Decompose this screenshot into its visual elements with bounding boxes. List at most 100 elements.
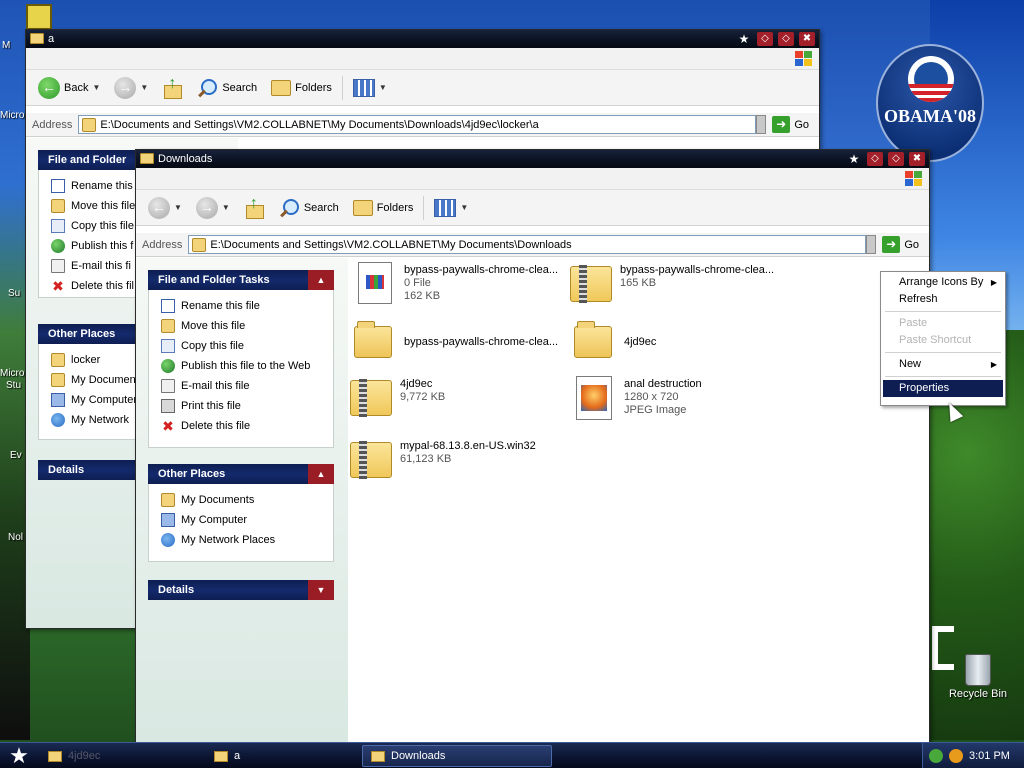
search-button[interactable]: Search [192,74,261,102]
place-label: My Network [71,414,130,426]
maximize-button[interactable]: ◇ [778,32,794,46]
folder-icon [371,750,385,762]
task-email[interactable]: E-mail this file [161,376,333,396]
menu-item-refresh[interactable]: Refresh [883,291,1003,308]
up-button[interactable] [158,74,186,102]
taskbar-item-4jd9ec[interactable]: 4jd9ec [40,745,130,767]
desktop-icon-label[interactable]: Micro [0,110,24,121]
place-my-computer[interactable]: My Computer [161,510,333,530]
task-label: Move this file [181,320,246,332]
file-item[interactable]: mypal-68.13.8.en-US.win32 61,123 KB [350,438,560,482]
file-name: 4jd9ec [624,336,657,348]
folder-icon [214,750,228,762]
chevron-down-icon: ▼ [174,203,182,212]
file-detail: JPEG Image [624,404,687,416]
search-tray-icon[interactable] [949,749,963,763]
file-tasks-header-label: File and Folder Tasks [158,274,270,286]
go-button[interactable]: ➜ Go [882,236,929,253]
file-tasks-header[interactable]: File and Folder Tasks ▲ [148,270,334,290]
desktop-icon-label[interactable]: M [2,40,10,51]
file-item[interactable]: bypass-paywalls-chrome-clea... [354,320,564,364]
address-label: Address [32,118,73,131]
forward-arrow-icon: → [114,76,137,99]
address-input[interactable]: E:\Documents and Settings\VM2.COLLABNET\… [78,115,757,134]
task-publish[interactable]: Publish this file to the Web [161,356,333,376]
titlebar[interactable]: a ★ ◇ ◇ ✖ [26,30,819,48]
folder-icon [48,750,62,762]
task-move[interactable]: Move this file [161,316,333,336]
start-button[interactable]: ★ [6,744,32,768]
forward-button[interactable]: → ▼ [110,74,152,102]
up-button[interactable] [240,194,268,222]
back-button[interactable]: ← ▼ [144,194,186,222]
minimize-button[interactable]: ◇ [867,152,883,166]
menu-item-properties[interactable]: Properties [883,380,1003,397]
place-my-network-places[interactable]: My Network Places [161,530,333,550]
task-label: Copy this file [181,340,244,352]
windows-logo-icon [795,51,813,67]
network-tray-icon[interactable] [929,749,943,763]
file-item[interactable]: 4jd9ec [574,320,784,364]
forward-button[interactable]: → ▼ [192,194,234,222]
file-item[interactable]: bypass-paywalls-chrome-clea... 165 KB [570,262,780,306]
file-item[interactable]: anal destruction 1280 x 720 JPEG Image [574,376,784,420]
desktop-icon-label[interactable]: Su [8,288,20,299]
close-button[interactable]: ✖ [799,32,815,46]
address-dropdown-button[interactable] [756,115,767,134]
submenu-arrow-icon: ▶ [990,360,997,369]
recycle-bin[interactable]: Recycle Bin [946,650,1010,700]
back-button[interactable]: ← Back ▼ [34,74,104,102]
go-label: Go [904,238,919,251]
minimize-button[interactable]: ◇ [757,32,773,46]
taskbar-item-a[interactable]: a [206,745,356,767]
folder-icon [354,321,392,358]
file-detail: 61,123 KB [400,453,452,465]
taskbar-item-downloads[interactable]: Downloads [362,745,552,767]
desktop-icon-label[interactable]: Micro [0,368,24,379]
copy-icon [161,339,175,353]
task-delete[interactable]: ✖ Delete this file [161,416,333,436]
desktop-icon-label[interactable]: Nol [8,532,23,543]
chevron-down-icon: ▼ [460,203,469,212]
file-item[interactable]: bypass-paywalls-chrome-clea... 0 File 16… [354,262,564,306]
desktop-icon-label[interactable]: Stu [6,380,21,391]
close-button[interactable]: ✖ [909,152,925,166]
collapse-chevron-icon[interactable]: ▲ [308,464,334,484]
desktop-shortcut-icon[interactable] [26,4,52,30]
file-item[interactable]: 4jd9ec 9,772 KB [350,376,560,420]
go-button[interactable]: ➜ Go [772,116,819,133]
chevron-down-icon: ▼ [378,83,387,92]
views-button[interactable]: ▼ [349,74,391,102]
task-copy[interactable]: Copy this file [161,336,333,356]
folder-up-icon [244,195,264,219]
expand-chevron-icon[interactable]: ▼ [308,580,334,600]
details-header[interactable]: Details ▼ [148,580,334,600]
menu-item-label: New [899,358,922,370]
windows-logo-icon [905,171,923,187]
clock[interactable]: 3:01 PM [969,750,1010,762]
other-places-panel: My Documents My Computer My Network Plac… [148,484,334,562]
maximize-button[interactable]: ◇ [888,152,904,166]
toolbar-separator [341,75,343,100]
file-detail: 0 File [404,277,431,289]
jpeg-image-icon [576,376,612,420]
desktop-icon-label[interactable]: Ev [10,450,22,461]
menu-item-arrange-icons-by[interactable]: Arrange Icons By ▶ [883,274,1003,291]
menu-item-new[interactable]: New ▶ [883,356,1003,373]
search-button[interactable]: Search [274,194,343,222]
address-dropdown-button[interactable] [866,235,877,254]
folders-button[interactable]: Folders [267,74,336,102]
address-input[interactable]: E:\Documents and Settings\VM2.COLLABNET\… [188,235,867,254]
titlebar[interactable]: Downloads ★ ◇ ◇ ✖ [136,150,929,168]
details-header-label: Details [48,464,85,476]
folders-button[interactable]: Folders [349,194,418,222]
place-my-documents[interactable]: My Documents [161,490,333,510]
other-places-header[interactable]: Other Places ▲ [148,464,334,484]
file-name: 4jd9ec [400,378,433,390]
views-button[interactable]: ▼ [430,194,472,222]
task-print[interactable]: Print this file [161,396,333,416]
collapse-chevron-icon[interactable]: ▲ [308,270,334,290]
context-menu: Arrange Icons By ▶ Refresh Paste Paste S… [880,271,1006,406]
zip-folder-icon [570,265,612,303]
task-rename[interactable]: Rename this file [161,296,333,316]
